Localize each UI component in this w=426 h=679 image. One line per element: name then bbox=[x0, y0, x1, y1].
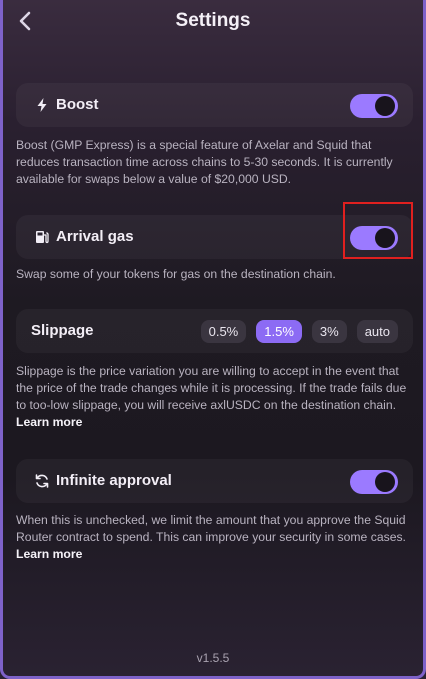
slippage-label: Slippage bbox=[31, 322, 94, 339]
boost-label: Boost bbox=[56, 96, 99, 113]
version-label: v1.5.5 bbox=[196, 651, 230, 665]
arrival-gas-label: Arrival gas bbox=[56, 228, 134, 245]
slippage-learn-more-link[interactable]: Learn more bbox=[16, 415, 82, 429]
header: Settings bbox=[0, 0, 426, 44]
infinite-approval-toggle[interactable] bbox=[350, 470, 398, 494]
infinite-approval-card: Infinite approval bbox=[16, 459, 413, 503]
page-title: Settings bbox=[175, 10, 251, 31]
slippage-option-3[interactable]: 3% bbox=[311, 320, 347, 343]
refresh-icon bbox=[35, 474, 49, 488]
arrival-gas-description: Swap some of your tokens for gas on the … bbox=[16, 267, 336, 281]
arrival-gas-card: Arrival gas bbox=[16, 215, 413, 259]
toggle-knob bbox=[375, 96, 395, 116]
slippage-option-0-5[interactable]: 0.5% bbox=[200, 320, 247, 343]
infinite-approval-label: Infinite approval bbox=[56, 472, 172, 489]
infinite-approval-learn-more-link[interactable]: Learn more bbox=[16, 547, 82, 561]
toggle-knob bbox=[375, 228, 395, 248]
slippage-description-text: Slippage is the price variation you are … bbox=[16, 364, 407, 412]
slippage-option-1-5[interactable]: 1.5% bbox=[256, 320, 302, 343]
boost-card: Boost bbox=[16, 83, 413, 127]
arrival-gas-toggle[interactable] bbox=[350, 226, 398, 250]
infinite-approval-description: When this is unchecked, we limit the amo… bbox=[16, 512, 412, 563]
boost-description: Boost (GMP Express) is a special feature… bbox=[16, 138, 393, 186]
toggle-knob bbox=[375, 472, 395, 492]
slippage-description: Slippage is the price variation you are … bbox=[16, 363, 412, 431]
lightning-icon bbox=[37, 98, 47, 112]
slippage-options: 0.5% 1.5% 3% auto bbox=[200, 320, 398, 343]
slippage-card: Slippage 0.5% 1.5% 3% auto bbox=[16, 309, 413, 353]
gas-pump-icon bbox=[36, 231, 49, 244]
infinite-approval-description-text: When this is unchecked, we limit the amo… bbox=[16, 513, 406, 544]
boost-toggle[interactable] bbox=[350, 94, 398, 118]
slippage-option-auto[interactable]: auto bbox=[356, 320, 398, 343]
